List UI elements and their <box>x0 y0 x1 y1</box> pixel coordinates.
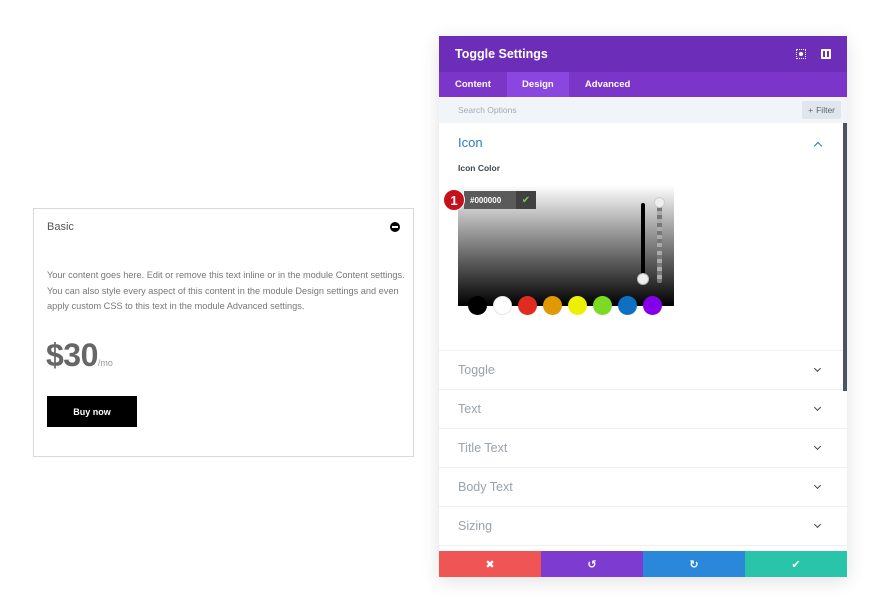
focus-icon[interactable] <box>796 49 806 59</box>
undo-button[interactable]: ↺ <box>541 551 643 577</box>
cancel-button[interactable]: ✖ <box>439 551 541 577</box>
step-number-badge: 1 <box>443 189 465 211</box>
chevron-down-icon <box>813 442 822 451</box>
toggle-settings-panel: Toggle Settings Content Design Advanced … <box>439 36 847 577</box>
hue-slider[interactable] <box>641 203 645 283</box>
section-icon: Icon Icon Color 1 #000000 ✔ <box>439 123 847 351</box>
toggle-module-preview: Basic Your content goes here. Edit or re… <box>33 208 414 457</box>
panel-footer: ✖ ↺ ↻ ✔ <box>439 551 847 577</box>
opacity-slider-handle[interactable] <box>654 197 665 208</box>
hex-confirm-button[interactable]: ✔ <box>516 191 536 209</box>
hex-value[interactable]: #000000 <box>464 191 516 209</box>
plus-icon: + <box>808 105 814 115</box>
section-label: Body Text <box>458 480 513 494</box>
redo-button[interactable]: ↻ <box>643 551 745 577</box>
section-text[interactable]: Text <box>439 390 847 429</box>
panel-title: Toggle Settings <box>455 47 548 61</box>
color-picker: 1 #000000 ✔ <box>443 185 674 315</box>
swatch-white[interactable] <box>493 296 512 315</box>
hue-slider-handle[interactable] <box>637 273 649 285</box>
chevron-up-icon[interactable] <box>813 141 823 151</box>
filter-label: Filter <box>816 105 835 115</box>
section-toggle[interactable]: Toggle <box>439 351 847 390</box>
swatch-black[interactable] <box>468 296 487 315</box>
section-body-text[interactable]: Body Text <box>439 468 847 507</box>
split-view-icon[interactable] <box>821 49 831 59</box>
tab-content[interactable]: Content <box>439 72 507 97</box>
tab-design[interactable]: Design <box>506 72 569 97</box>
price: $30/mo <box>46 337 113 374</box>
panel-header[interactable]: Toggle Settings <box>439 36 847 72</box>
tab-advanced[interactable]: Advanced <box>569 72 646 97</box>
swatch-green[interactable] <box>593 296 612 315</box>
close-icon: ✖ <box>485 558 495 571</box>
section-label: Text <box>458 402 481 416</box>
toggle-collapse-icon[interactable] <box>390 222 400 232</box>
section-label: Title Text <box>458 441 508 455</box>
chevron-down-icon <box>813 403 822 412</box>
redo-icon: ↻ <box>689 558 699 571</box>
check-icon: ✔ <box>791 558 801 571</box>
filter-button[interactable]: + Filter <box>802 101 841 119</box>
settings-tabs: Content Design Advanced <box>439 72 847 97</box>
section-label: Toggle <box>458 363 495 377</box>
check-icon: ✔ <box>521 194 531 206</box>
chevron-down-icon <box>813 520 822 529</box>
swatch-blue[interactable] <box>618 296 637 315</box>
section-label: Sizing <box>458 519 493 533</box>
section-icon-title[interactable]: Icon <box>458 135 483 150</box>
swatch-yellow[interactable] <box>568 296 587 315</box>
options-scroll-area: Icon Icon Color 1 #000000 ✔ Toggle Text … <box>439 123 847 551</box>
scrollbar[interactable] <box>843 123 847 391</box>
swatch-orange[interactable] <box>543 296 562 315</box>
toggle-title[interactable]: Basic <box>47 221 74 233</box>
section-title-text[interactable]: Title Text <box>439 429 847 468</box>
color-swatches <box>468 296 662 315</box>
swatch-purple[interactable] <box>643 296 662 315</box>
price-suffix: /mo <box>97 358 113 368</box>
opacity-slider[interactable] <box>657 199 662 283</box>
search-options-input[interactable] <box>458 105 658 115</box>
hex-input[interactable]: #000000 ✔ <box>464 191 536 209</box>
save-button[interactable]: ✔ <box>745 551 847 577</box>
chevron-down-icon <box>813 364 822 373</box>
chevron-down-icon <box>813 481 822 490</box>
swatch-red[interactable] <box>518 296 537 315</box>
toggle-body-text: Your content goes here. Edit or remove t… <box>47 270 405 311</box>
buy-now-button[interactable]: Buy now <box>47 396 137 427</box>
undo-icon: ↺ <box>587 558 597 571</box>
search-row: + Filter <box>439 97 847 123</box>
icon-color-label: Icon Color <box>458 163 501 173</box>
price-amount: $30 <box>46 337 98 373</box>
section-sizing[interactable]: Sizing <box>439 507 847 546</box>
